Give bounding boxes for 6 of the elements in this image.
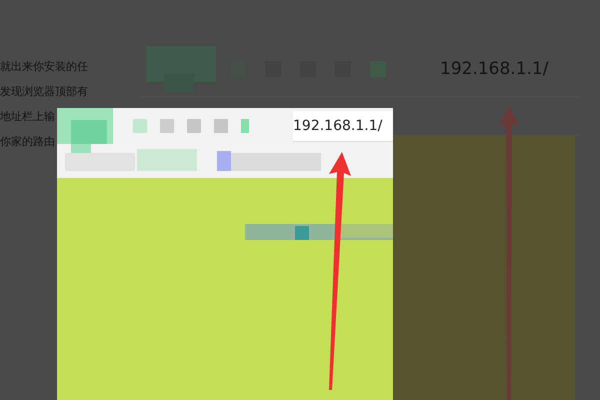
address-field[interactable]: 192.168.1.1/: [293, 110, 393, 142]
article-text: 就出来你安装的任: [0, 59, 89, 75]
article-text: 地址栏上输: [0, 109, 56, 125]
blurred-logo-icon: [57, 108, 113, 156]
article-text: 你家的路由: [0, 134, 56, 150]
article-text: 发现浏览器顶部有: [0, 84, 89, 100]
